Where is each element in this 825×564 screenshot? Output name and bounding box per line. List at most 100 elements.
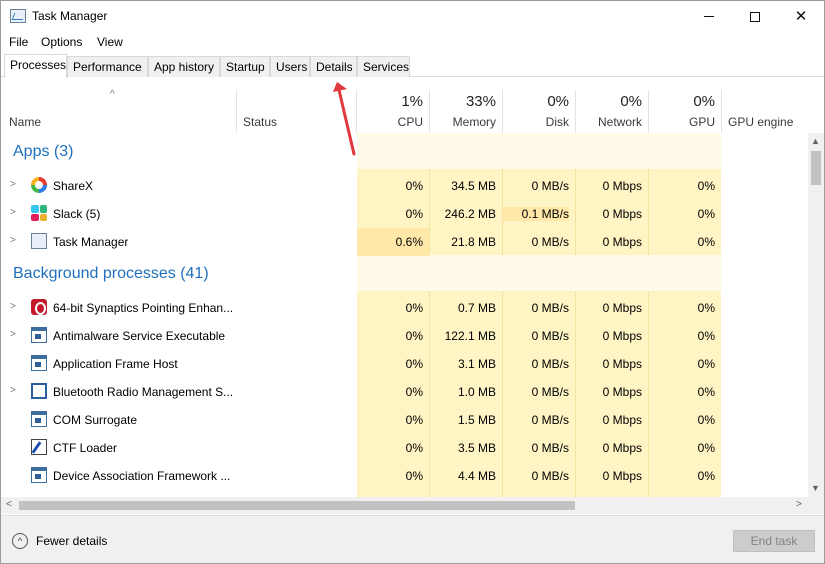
process-row[interactable]: > 64-bit Synaptics Pointing Enhan... 0% …	[1, 294, 808, 322]
ctf-pen-icon	[31, 439, 47, 455]
column-gpu-header[interactable]: GPU	[649, 115, 715, 129]
process-row[interactable]: Application Frame Host 0% 3.1 MB 0 MB/s …	[1, 350, 808, 378]
sort-ascending-icon[interactable]: ^	[110, 89, 115, 100]
minimize-button[interactable]	[686, 1, 732, 32]
scroll-left-icon[interactable]: <	[6, 499, 12, 510]
network-value: 0 Mbps	[602, 413, 642, 427]
expand-icon[interactable]: >	[10, 179, 16, 190]
gpu-value: 0%	[697, 235, 715, 249]
end-task-button[interactable]: End task	[733, 530, 815, 552]
cpu-value: 0.6%	[395, 235, 423, 249]
process-row[interactable]: CTF Loader 0% 3.5 MB 0 MB/s 0 Mbps 0%	[1, 434, 808, 462]
cpu-value: 0%	[405, 207, 423, 221]
disk-value: 0 MB/s	[531, 301, 569, 315]
vertical-scroll-thumb[interactable]	[811, 151, 821, 185]
expand-icon[interactable]: >	[10, 385, 16, 396]
tab-app-history[interactable]: App history	[148, 56, 220, 77]
tab-services[interactable]: Services	[357, 56, 410, 77]
tab-details[interactable]: Details	[310, 56, 357, 77]
disk-value: 0.1 MB/s	[503, 207, 569, 221]
chevron-up-circle-icon[interactable]: ^	[12, 533, 28, 549]
network-total-percent[interactable]: 0%	[576, 93, 642, 110]
expand-icon[interactable]: >	[10, 329, 16, 340]
process-name: Task Manager	[53, 235, 129, 249]
horizontal-scrollbar[interactable]: < >	[1, 497, 824, 514]
expand-icon[interactable]: >	[10, 235, 16, 246]
column-divider[interactable]	[236, 90, 237, 133]
menu-options[interactable]: Options	[41, 35, 82, 49]
disk-total-percent[interactable]: 0%	[503, 93, 569, 110]
close-icon: ✕	[794, 8, 808, 25]
menu-view[interactable]: View	[97, 35, 123, 49]
task-manager-window: Task Manager ✕ File Options View Process…	[0, 0, 825, 564]
window-title: Task Manager	[32, 9, 108, 23]
process-row[interactable]: > Bluetooth Radio Management S... 0% 1.0…	[1, 378, 808, 406]
scroll-down-icon[interactable]: ▼	[811, 483, 820, 493]
memory-value: 0.7 MB	[457, 301, 496, 315]
process-name: Device Association Framework ...	[53, 469, 231, 483]
column-name-header[interactable]: Name	[9, 115, 41, 129]
tab-users[interactable]: Users	[270, 56, 310, 77]
tab-processes[interactable]: Processes	[4, 54, 67, 78]
gpu-value: 0%	[697, 469, 715, 483]
column-disk-header[interactable]: Disk	[503, 115, 569, 129]
horizontal-scroll-thumb[interactable]	[19, 501, 575, 510]
disk-value: 0 MB/s	[531, 469, 569, 483]
scroll-right-icon[interactable]: >	[796, 499, 802, 510]
network-value: 0 Mbps	[602, 179, 642, 193]
process-name: Antimalware Service Executable	[53, 329, 226, 343]
gpu-value: 0%	[697, 301, 715, 315]
task-manager-icon	[31, 233, 47, 249]
cpu-value: 0%	[405, 413, 423, 427]
group-title: Apps (3)	[13, 143, 74, 160]
column-divider[interactable]	[721, 90, 722, 133]
menu-file[interactable]: File	[9, 35, 28, 49]
memory-value: 1.0 MB	[457, 385, 496, 399]
expand-icon[interactable]: >	[10, 207, 16, 218]
gpu-value: 0%	[697, 413, 715, 427]
tab-performance[interactable]: Performance	[67, 56, 148, 77]
sharex-icon	[31, 177, 47, 193]
cpu-value: 0%	[405, 301, 423, 315]
network-value: 0 Mbps	[602, 207, 642, 221]
process-row[interactable]: > Antimalware Service Executable 0% 122.…	[1, 322, 808, 350]
disk-value: 0 MB/s	[531, 441, 569, 455]
expand-icon[interactable]: >	[10, 301, 16, 312]
column-memory-header[interactable]: Memory	[430, 115, 496, 129]
process-row[interactable]: > Slack (5) 0% 246.2 MB 0.1 MB/s 0 Mbps …	[1, 200, 808, 228]
title-bar[interactable]: Task Manager ✕	[1, 1, 824, 32]
group-header-background[interactable]: Background processes (41)	[1, 265, 808, 293]
fewer-details-link[interactable]: Fewer details	[36, 534, 107, 548]
memory-value: 34.5 MB	[451, 179, 496, 193]
cpu-value: 0%	[405, 441, 423, 455]
memory-total-percent[interactable]: 33%	[430, 93, 496, 110]
annotation-arrow-icon	[333, 82, 356, 156]
network-value: 0 Mbps	[602, 329, 642, 343]
disk-value: 0 MB/s	[531, 329, 569, 343]
column-gpu-engine-header[interactable]: GPU engine	[728, 115, 793, 129]
process-row[interactable]: Device Association Framework ... 0% 4.4 …	[1, 462, 808, 490]
minimize-icon	[704, 16, 714, 17]
column-status-header[interactable]: Status	[243, 115, 277, 129]
gpu-value: 0%	[697, 329, 715, 343]
column-network-header[interactable]: Network	[576, 115, 642, 129]
scroll-up-icon[interactable]: ▲	[811, 136, 820, 146]
disk-value: 0 MB/s	[531, 179, 569, 193]
service-window-icon	[31, 327, 47, 343]
service-window-icon	[31, 355, 47, 371]
process-list[interactable]: Apps (3) > ShareX 0% 34.5 MB 0 MB/s 0 Mb…	[1, 133, 808, 497]
maximize-button[interactable]	[732, 1, 778, 32]
tab-bar: Processes Performance App history Startu…	[1, 54, 824, 78]
process-row[interactable]: > Task Manager 0.6% 21.8 MB 0 MB/s 0 Mbp…	[1, 228, 808, 256]
process-row[interactable]: > ShareX 0% 34.5 MB 0 MB/s 0 Mbps 0%	[1, 172, 808, 200]
process-row[interactable]: COM Surrogate 0% 1.5 MB 0 MB/s 0 Mbps 0%	[1, 406, 808, 434]
service-window-icon	[31, 467, 47, 483]
close-button[interactable]: ✕	[778, 1, 824, 32]
vertical-scrollbar[interactable]: ▲ ▼	[808, 133, 824, 497]
tab-startup[interactable]: Startup	[220, 56, 270, 77]
gpu-value: 0%	[697, 179, 715, 193]
process-name: CTF Loader	[53, 441, 118, 455]
gpu-total-percent[interactable]: 0%	[649, 93, 715, 110]
gpu-value: 0%	[697, 441, 715, 455]
group-header-apps[interactable]: Apps (3)	[1, 143, 808, 171]
